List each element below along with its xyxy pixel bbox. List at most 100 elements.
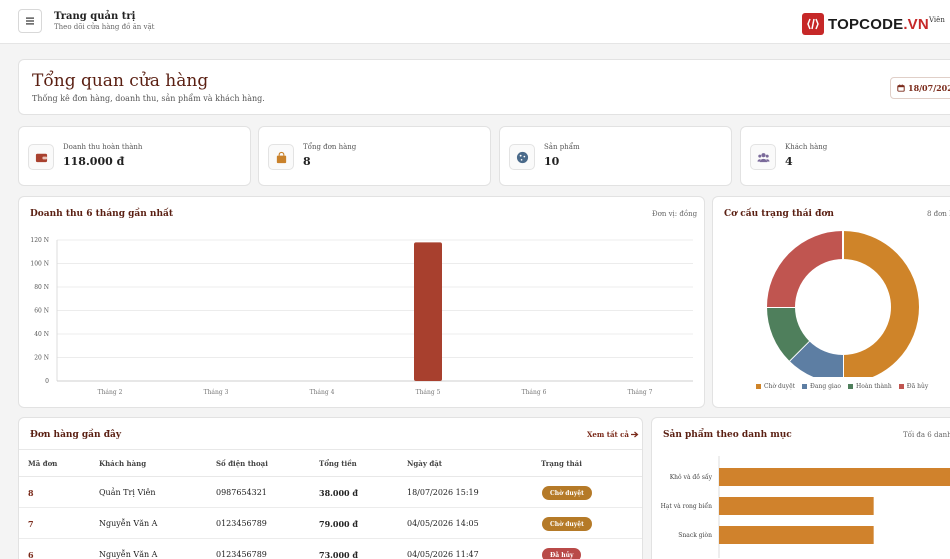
order-customer: Quản Trị Viên <box>99 488 156 497</box>
legend-swatch <box>802 384 808 389</box>
stat-card-customers: Khách hàng 4 <box>740 126 950 186</box>
view-all-label: Xem tất cả <box>587 430 629 439</box>
cookie-icon <box>509 144 535 170</box>
legend-label: Đã hủy <box>906 383 929 390</box>
donut-slice[interactable] <box>789 340 844 377</box>
logo-domain: .VN <box>903 15 929 33</box>
date-picker-button[interactable]: 18/07/2026 <box>890 77 950 99</box>
stat-card-products: Sản phẩm 10 <box>499 126 732 186</box>
legend-label: Đang giao <box>810 383 842 390</box>
y-tick-label: 120 N <box>30 237 49 244</box>
recent-orders-title: Đơn hàng gần đây <box>30 430 122 440</box>
order-phone: 0987654321 <box>216 488 267 497</box>
view-all-link[interactable]: Xem tất cả <box>587 430 639 439</box>
y-tick-label: 40 N <box>34 331 49 338</box>
legend-swatch <box>756 384 761 389</box>
category-bar[interactable] <box>719 526 874 544</box>
category-label: Hạt và rong biển <box>661 503 713 510</box>
legend-item[interactable]: Đã hủy <box>898 383 929 390</box>
category-chart-card: Sản phẩm theo danh mục Tối đa 6 danh r K… <box>651 417 950 559</box>
order-total: 79.000 đ <box>319 519 358 529</box>
y-tick-label: 80 N <box>34 284 49 291</box>
stat-value: 4 <box>785 155 793 168</box>
arrow-right-icon <box>630 431 639 438</box>
order-phone: 0123456789 <box>216 550 267 559</box>
header-customer: Khách hàng <box>99 459 147 468</box>
category-bar[interactable] <box>719 468 950 486</box>
header-order-code: Mã đơn <box>28 459 58 468</box>
revenue-chart-card: Doanh thu 6 tháng gần nhất Đơn vị: đồng … <box>18 196 705 408</box>
x-tick-label: Tháng 7 <box>628 389 653 396</box>
users-icon <box>750 144 776 170</box>
page-title: Tổng quan cửa hàng <box>32 71 209 91</box>
stat-card-revenue: Doanh thu hoàn thành 118.000 đ <box>18 126 251 186</box>
overview-card: Tổng quan cửa hàng Thống kê đơn hàng, do… <box>18 59 950 115</box>
header-phone: Số điện thoại <box>216 459 268 468</box>
status-legend: Chờ duyệt Đang giao Hoàn thành Đã hủy <box>756 383 928 390</box>
revenue-bar[interactable] <box>414 242 442 381</box>
calendar-icon <box>897 84 905 92</box>
order-date: 18/07/2026 15:19 <box>407 488 479 497</box>
status-donut-chart <box>767 231 919 377</box>
donut-slice[interactable] <box>767 231 844 308</box>
status-badge: Chờ duyệt <box>542 517 592 531</box>
stat-card-orders: Tổng đơn hàng 8 <box>258 126 491 186</box>
table-row[interactable]: 8 Quản Trị Viên 0987654321 38.000 đ 18/0… <box>19 477 642 508</box>
stat-label: Khách hàng <box>785 143 828 151</box>
admin-subtitle: Theo dõi cửa hàng đồ ăn vặt <box>54 23 155 31</box>
page-subtitle: Thống kê đơn hàng, doanh thu, sản phẩm v… <box>32 94 265 103</box>
table-row[interactable]: 7 Nguyễn Văn A 0123456789 79.000 đ 04/05… <box>19 508 642 539</box>
stat-value: 8 <box>303 155 311 168</box>
x-tick-label: Tháng 3 <box>204 389 229 396</box>
hamburger-icon <box>26 17 34 25</box>
donut-slice[interactable] <box>767 306 810 361</box>
date-label: 18/07/2026 <box>908 83 950 93</box>
stat-label: Doanh thu hoàn thành <box>63 143 143 151</box>
table-row[interactable]: 6 Nguyễn Văn A 0123456789 73.000 đ 04/05… <box>19 539 642 559</box>
legend-item[interactable]: Hoàn thành <box>848 383 892 390</box>
status-badge: Đã hủy <box>542 548 582 559</box>
x-tick-label: Tháng 6 <box>522 389 547 396</box>
legend-item[interactable]: Chờ duyệt <box>756 383 795 390</box>
y-tick-label: 0 <box>45 378 49 385</box>
legend-swatch <box>898 384 904 389</box>
donut-slice[interactable] <box>842 231 919 377</box>
order-code[interactable]: 7 <box>28 519 34 529</box>
order-total: 38.000 đ <box>319 488 358 498</box>
legend-label: Hoàn thành <box>856 383 892 390</box>
y-tick-label: 20 N <box>34 355 49 362</box>
brand-logo: TOPCODE.VN <box>802 12 929 36</box>
order-code[interactable]: 8 <box>28 488 34 498</box>
stat-value: 10 <box>544 155 560 168</box>
legend-item[interactable]: Đang giao <box>802 383 841 390</box>
order-customer: Nguyễn Văn A <box>99 519 158 528</box>
logo-text: TOPCODE <box>828 15 904 33</box>
category-label: Snack giòn <box>678 532 712 539</box>
stat-label: Tổng đơn hàng <box>303 143 357 151</box>
category-bar[interactable] <box>719 497 874 515</box>
order-date: 04/05/2026 14:05 <box>407 519 479 528</box>
y-tick-label: 100 N <box>30 261 49 268</box>
header-total: Tổng tiền <box>319 459 357 468</box>
recent-orders-card: Đơn hàng gần đây Xem tất cả Mã đơn Khách… <box>18 417 643 559</box>
top-bar: Trang quản trị Theo dõi cửa hàng đồ ăn v… <box>0 0 950 44</box>
orders-table-header: Mã đơn Khách hàng Số điện thoại Tổng tiề… <box>19 449 642 477</box>
order-code[interactable]: 6 <box>28 550 34 559</box>
wallet-icon <box>28 144 54 170</box>
stat-label: Sản phẩm <box>544 143 580 151</box>
order-customer: Nguyễn Văn A <box>99 550 158 559</box>
header-order-date: Ngày đặt <box>407 459 442 468</box>
stat-value: 118.000 đ <box>63 155 125 168</box>
legend-swatch <box>848 384 854 389</box>
status-chart-card: Cơ cấu trạng thái đơn 8 đơn h Chờ duyệtĐ… <box>712 196 950 408</box>
category-label: Khô và đồ sấy <box>670 473 713 481</box>
y-tick-label: 60 N <box>34 308 49 315</box>
user-name-partial[interactable]: Viên <box>929 16 945 24</box>
shopping-bag-icon <box>268 144 294 170</box>
revenue-bar-chart: 0 20 N 40 N 60 N 80 N 100 N 120 N Tháng 2 Tháng … <box>30 237 693 396</box>
header-status: Trạng thái <box>541 459 582 468</box>
order-total: 73.000 đ <box>319 550 358 559</box>
menu-toggle-button[interactable] <box>18 9 42 33</box>
category-bar-chart: Khô và đồ sấy Hạt và rong biển Snack giòn <box>661 456 950 558</box>
admin-title: Trang quản trị <box>54 11 136 22</box>
